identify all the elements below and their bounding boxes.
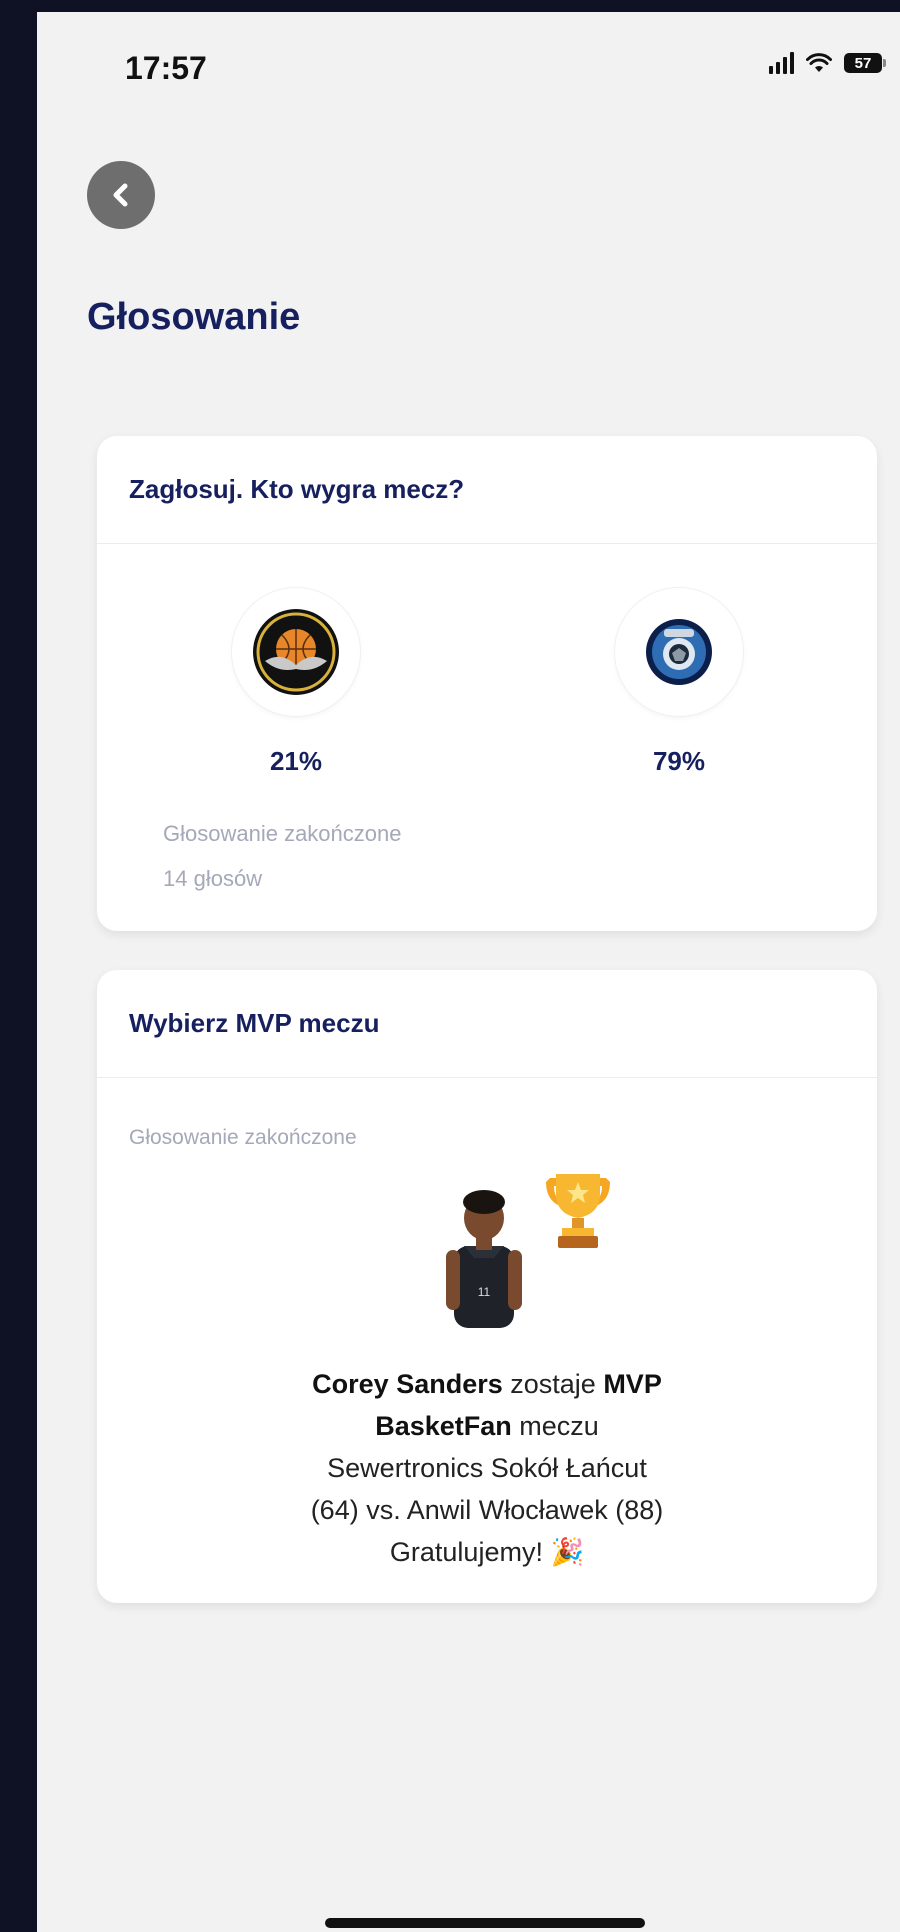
battery-level: 57 xyxy=(854,54,872,72)
wifi-icon xyxy=(806,53,832,72)
mvp-text-2: meczu xyxy=(511,1411,599,1441)
away-vote-percent: 79% xyxy=(652,746,706,776)
poll-vote-count: 14 głosów xyxy=(163,866,263,891)
home-indicator[interactable] xyxy=(325,1918,645,1928)
page-title: Głosowanie xyxy=(87,296,301,338)
match-line-1: Sewertronics Sokół Łańcut xyxy=(327,1453,647,1483)
mvp-card: Wybierz MVP meczu Głosowanie zakończone … xyxy=(97,970,877,1603)
congrats-text: Gratulujemy! 🎉 xyxy=(389,1537,585,1567)
mvp-announcement: Corey Sanders zostaje MVP BasketFan mecz… xyxy=(97,1363,877,1573)
status-icons: 57 xyxy=(769,52,886,74)
poll-status: Głosowanie zakończone xyxy=(163,821,402,846)
home-team-vote-button[interactable] xyxy=(232,588,360,716)
mvp-title: Wybierz MVP meczu xyxy=(97,970,877,1078)
chevron-left-icon xyxy=(113,183,128,207)
status-time: 17:57 xyxy=(125,50,207,86)
home-vote-percent: 21% xyxy=(269,746,323,776)
trophy-icon xyxy=(546,1174,610,1248)
mvp-player-name: Corey Sanders xyxy=(312,1369,503,1399)
mvp-status: Głosowanie zakończone xyxy=(129,1126,357,1149)
battery-icon: 57 xyxy=(844,53,886,73)
anwil-wloclawek-logo-icon xyxy=(646,619,712,685)
mvp-text-1: zostaje xyxy=(502,1369,604,1399)
signal-icon xyxy=(769,52,794,74)
back-button[interactable] xyxy=(87,161,155,229)
mvp-label: MVP xyxy=(603,1369,662,1399)
sokol-lancut-logo-icon xyxy=(253,609,339,695)
mvp-player-photo: 11 xyxy=(446,1190,522,1328)
match-poll-card: Zagłosuj. Kto wygra mecz? 21% 79% Głosow… xyxy=(97,436,877,931)
away-team-vote-button[interactable] xyxy=(615,588,743,716)
match-line-2: (64) vs. Anwil Włocławek (88) xyxy=(310,1495,664,1525)
poll-title: Zagłosuj. Kto wygra mecz? xyxy=(97,436,877,544)
jersey-number: 11 xyxy=(478,1285,491,1299)
basketfan-label: BasketFan xyxy=(375,1411,512,1441)
app-screen: 17:57 57 Głosowanie Zagłosuj. Kto wygra … xyxy=(37,12,900,1932)
